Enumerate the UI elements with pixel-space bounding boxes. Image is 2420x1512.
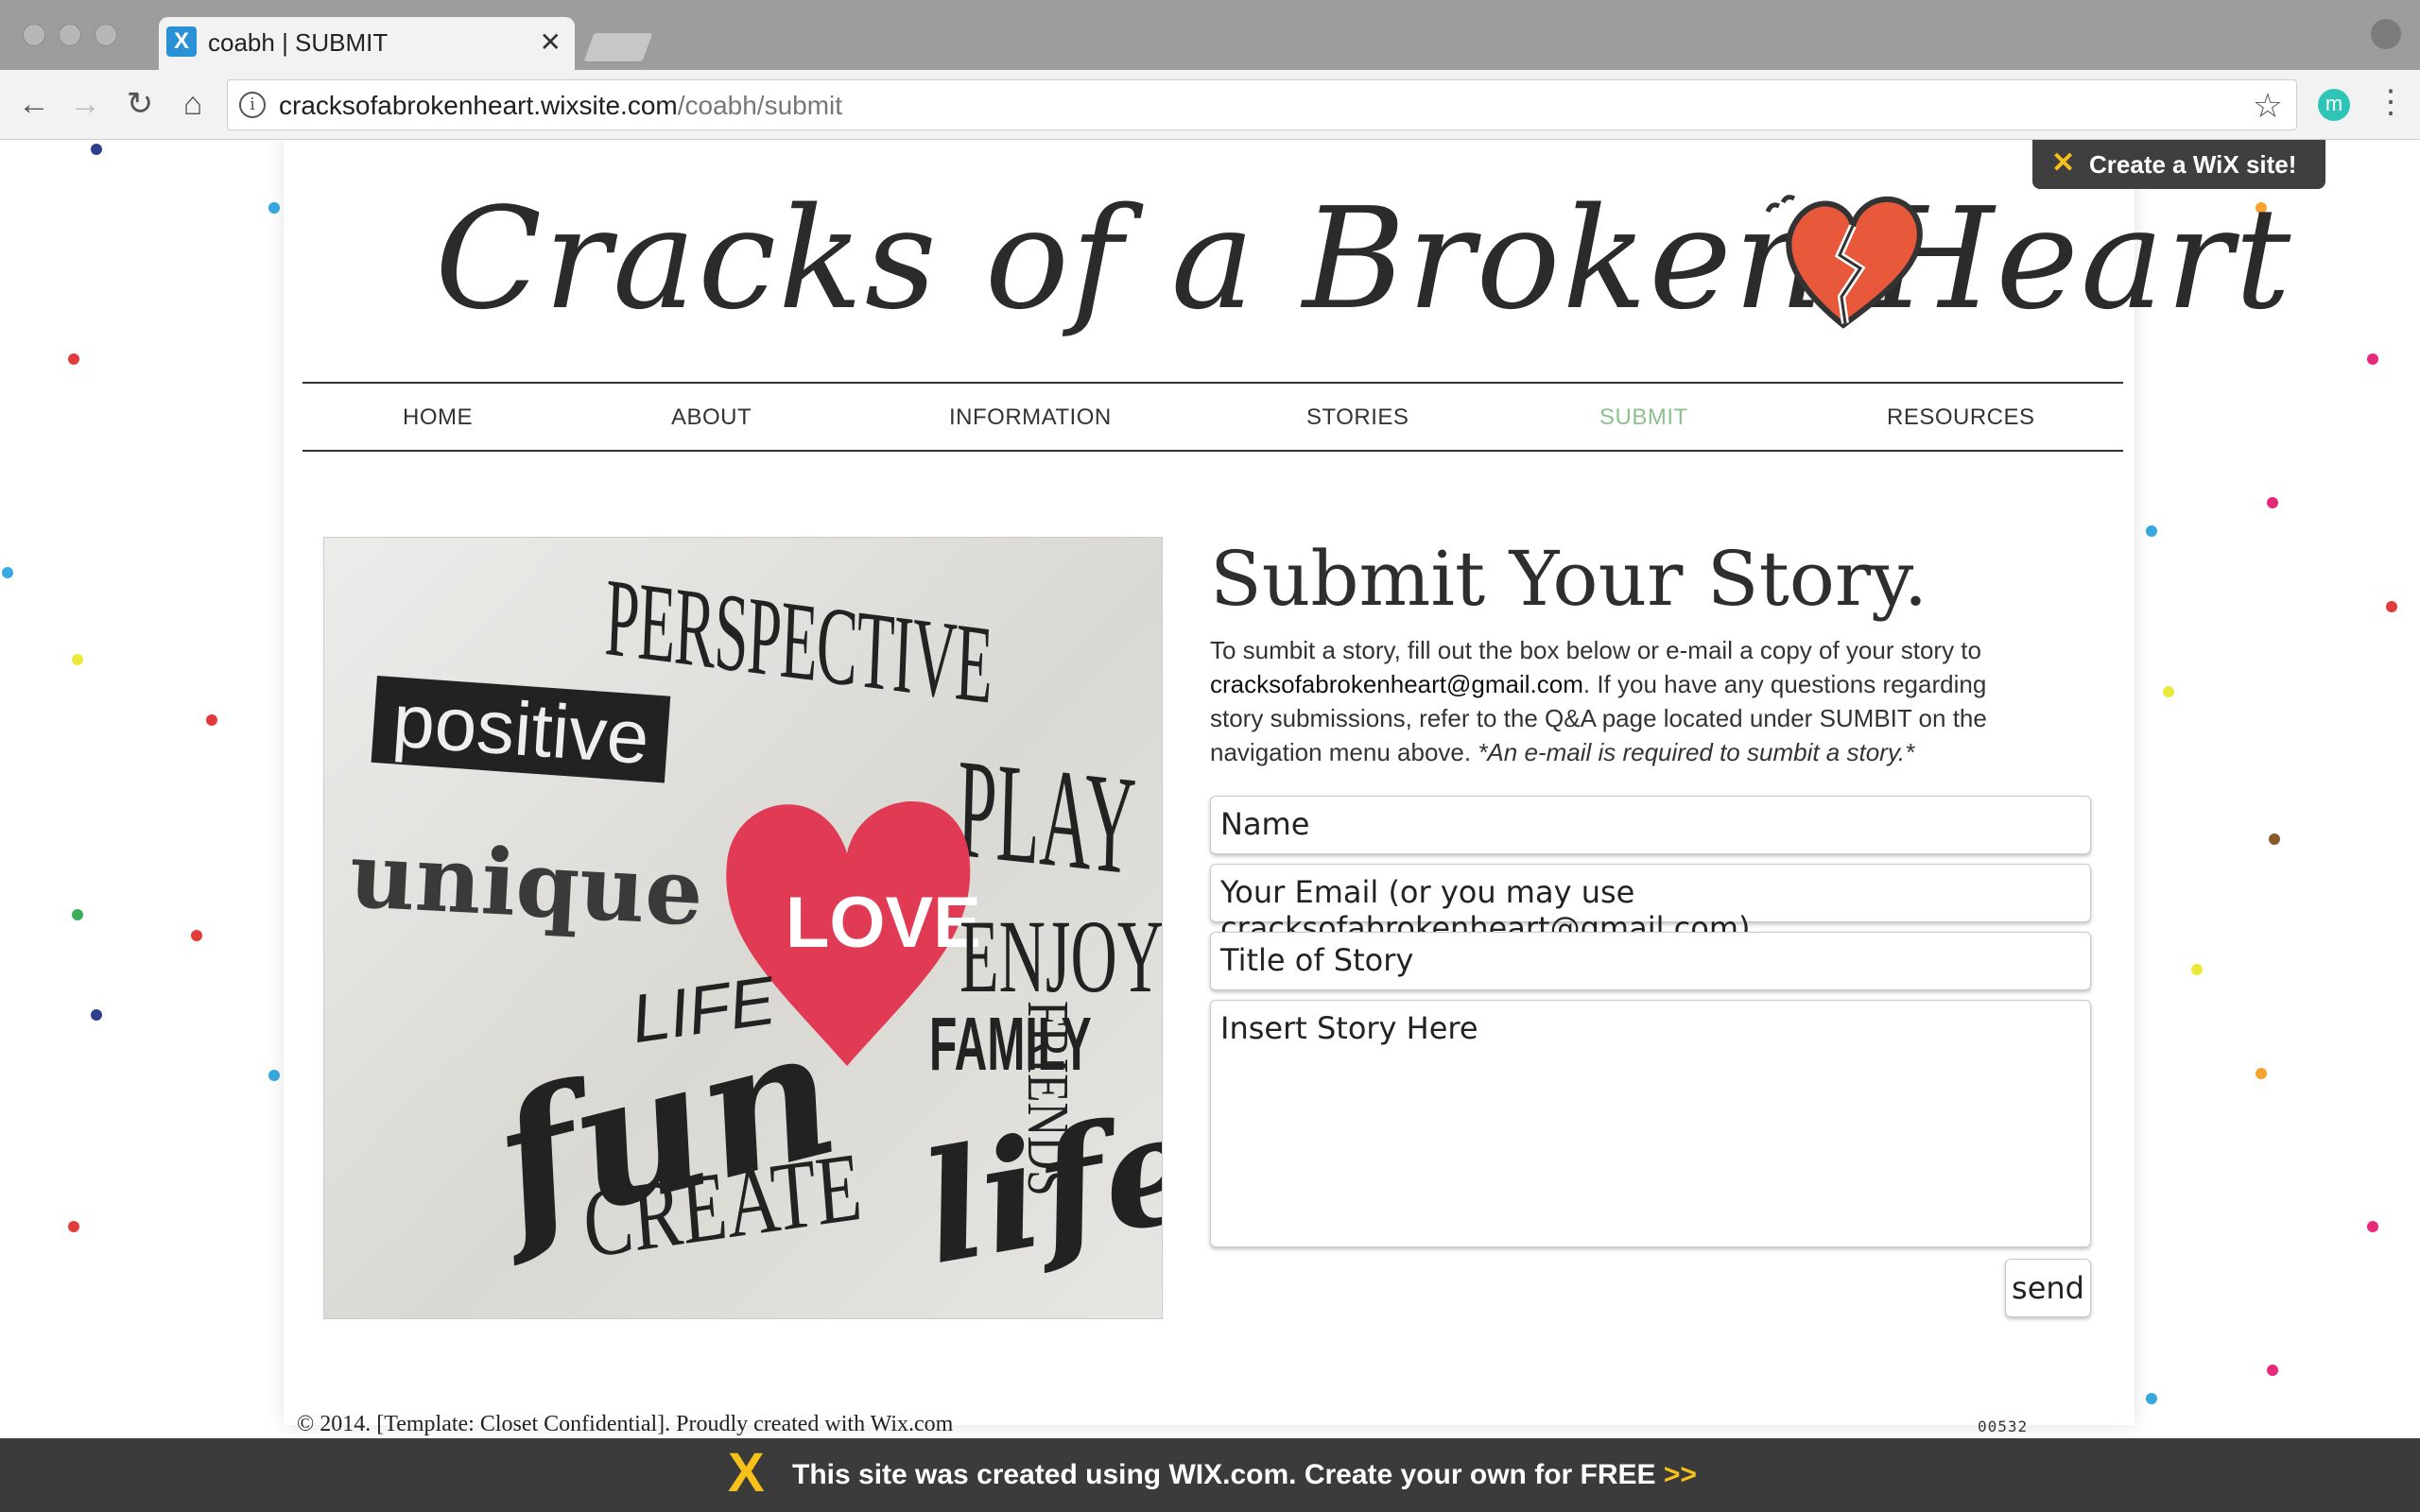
- browser-tab[interactable]: X coabh | SUBMIT ✕: [159, 17, 575, 72]
- page-viewport: Cracks of a Broken Heart HOME ABOUT INFO…: [0, 140, 2420, 1512]
- nav-home[interactable]: HOME: [403, 404, 473, 431]
- url-text: cracksofabrokenheart.wixsite.com/coabh/s…: [279, 91, 843, 120]
- confetti-dot: [91, 1009, 102, 1021]
- wix-x-icon: X: [728, 1442, 765, 1503]
- confetti-dot: [268, 202, 280, 214]
- confetti-dot: [2269, 833, 2280, 845]
- collage-word: LOVE: [786, 883, 981, 963]
- page-title: Submit Your Story.: [1210, 535, 1928, 623]
- nav-resources[interactable]: RESOURCES: [1887, 404, 2035, 431]
- site-logo[interactable]: Cracks of a Broken Heart: [435, 178, 2292, 340]
- collage-word: PLAY: [955, 729, 1138, 905]
- nav-about[interactable]: ABOUT: [671, 404, 752, 431]
- confetti-dot: [72, 909, 83, 920]
- new-tab-button[interactable]: [582, 32, 654, 62]
- reload-icon[interactable]: ↻: [121, 85, 159, 123]
- confetti-dot: [2146, 1393, 2157, 1404]
- address-bar[interactable]: i cracksofabrokenheart.wixsite.com/coabh…: [227, 79, 2297, 130]
- nav-submit[interactable]: SUBMIT: [1599, 404, 1688, 431]
- wix-favicon-icon: X: [166, 26, 197, 57]
- window-zoom-button[interactable]: [95, 24, 117, 46]
- browser-menu-icon[interactable]: ⋮: [2375, 83, 2407, 121]
- window-minimize-button[interactable]: [59, 24, 81, 46]
- intro-paragraph: To sumbit a story, fill out the box belo…: [1210, 636, 1987, 766]
- extension-icon[interactable]: m: [2318, 89, 2350, 121]
- send-button[interactable]: send: [2005, 1259, 2091, 1317]
- collage-word: unique: [347, 821, 706, 947]
- nav-information[interactable]: INFORMATION: [949, 404, 1112, 431]
- confetti-dot: [68, 1221, 79, 1232]
- broken-heart-icon: [1765, 195, 1923, 329]
- confetti-dot: [68, 353, 79, 365]
- browser-tab-strip: X coabh | SUBMIT ✕: [0, 0, 2420, 72]
- confetti-dot: [2267, 497, 2278, 508]
- word-collage-image: PERSPECTIVE positive PLAY unique LOVE EN…: [323, 537, 1163, 1319]
- forward-arrow-icon[interactable]: →: [66, 85, 104, 123]
- tab-close-icon[interactable]: ✕: [540, 26, 562, 58]
- confetti-dot: [91, 144, 102, 155]
- confetti-dot: [2367, 1221, 2378, 1232]
- bookmark-star-icon[interactable]: ☆: [2253, 86, 2283, 126]
- window-close-button[interactable]: [23, 24, 45, 46]
- browser-toolbar: ← → ↻ ⌂ i cracksofabrokenheart.wixsite.c…: [0, 70, 2420, 140]
- confetti-dot: [2267, 1365, 2278, 1376]
- story-title-field[interactable]: Title of Story: [1210, 932, 2091, 990]
- confetti-dot: [2386, 601, 2397, 612]
- collage-word: ENJOY: [959, 899, 1163, 1014]
- tab-title: coabh | SUBMIT: [208, 28, 389, 57]
- visitor-counter: 00532: [1978, 1418, 2029, 1435]
- home-icon[interactable]: ⌂: [174, 85, 212, 123]
- confetti-dot: [2, 567, 13, 578]
- confetti-dot: [72, 654, 83, 665]
- main-nav: HOME ABOUT INFORMATION STORIES SUBMIT RE…: [302, 382, 2123, 452]
- confetti-dot: [2146, 525, 2157, 537]
- confetti-dot: [2367, 353, 2378, 365]
- email-field[interactable]: Your Email (or you may use cracksofabrok…: [1210, 864, 2091, 946]
- name-field[interactable]: Name: [1210, 796, 2091, 854]
- confetti-dot: [191, 930, 202, 941]
- create-wix-site-label: Create a WiX site!: [2089, 150, 2297, 179]
- profile-icon[interactable]: [2371, 19, 2401, 49]
- story-textarea[interactable]: Insert Story Here: [1210, 1000, 2091, 1247]
- confetti-dot: [2191, 964, 2203, 975]
- wix-promo-banner[interactable]: X This site was created using WIX.com. C…: [0, 1438, 2420, 1512]
- confetti-dot: [206, 714, 217, 726]
- create-wix-site-button[interactable]: ✕ Create a WiX site!: [2032, 140, 2325, 189]
- site-container: Cracks of a Broken Heart HOME ABOUT INFO…: [284, 140, 2290, 1436]
- nav-stories[interactable]: STORIES: [1306, 404, 1409, 431]
- collage-word: life: [910, 1075, 1163, 1299]
- contact-email-link[interactable]: cracksofabrokenheart@gmail.com: [1210, 670, 1583, 698]
- confetti-dot: [2256, 1068, 2267, 1079]
- footer-copyright: © 2014. [Template: Closet Confidential].…: [297, 1412, 954, 1436]
- back-arrow-icon[interactable]: ←: [15, 85, 53, 123]
- wix-banner-text: This site was created using WIX.com. Cre…: [792, 1459, 1697, 1490]
- confetti-dot: [268, 1070, 280, 1081]
- info-icon[interactable]: i: [239, 92, 266, 118]
- confetti-dot: [2163, 686, 2174, 697]
- wix-x-icon: ✕: [2051, 147, 2076, 179]
- collage-word: positive: [371, 676, 671, 783]
